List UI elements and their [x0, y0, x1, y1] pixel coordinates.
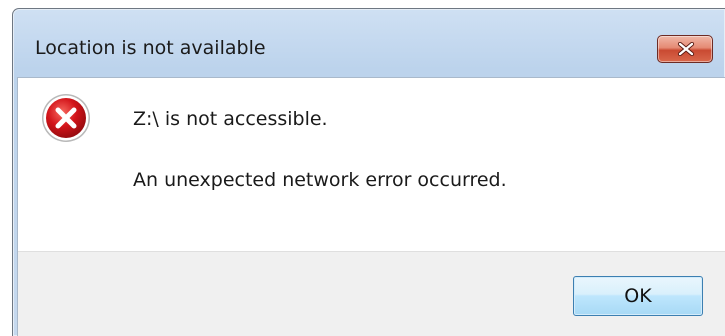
close-button[interactable] — [657, 35, 713, 63]
dialog-title: Location is not available — [35, 37, 266, 59]
error-dialog: Location is not available Z:\ is not acc… — [12, 8, 725, 336]
message-area: Z:\ is not accessible. An unexpected net… — [18, 78, 725, 251]
close-icon — [677, 42, 695, 56]
error-icon — [42, 94, 90, 142]
error-detail: An unexpected network error occurred. — [133, 169, 507, 191]
title-bar[interactable]: Location is not available — [13, 9, 725, 77]
dialog-body: Z:\ is not accessible. An unexpected net… — [17, 77, 725, 336]
error-message: Z:\ is not accessible. — [133, 108, 328, 130]
ok-button[interactable]: OK — [573, 276, 703, 316]
button-bar: OK — [18, 251, 725, 336]
